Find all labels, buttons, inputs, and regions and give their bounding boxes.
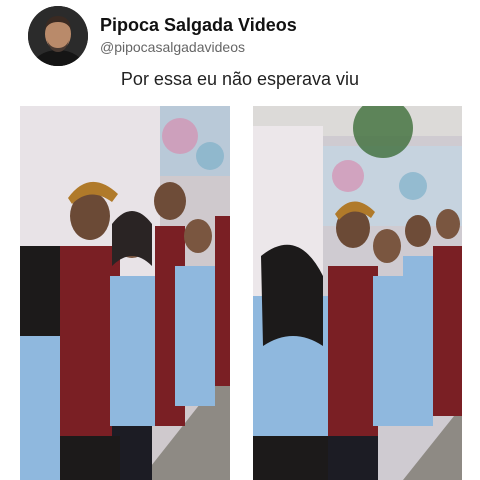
video-frame-right[interactable] bbox=[253, 106, 462, 480]
post-caption: Por essa eu não esperava viu bbox=[120, 69, 360, 89]
post-header: Pipoca Salgada Videos @pipocasalgadavide… bbox=[28, 6, 468, 66]
video-frame-1-image bbox=[20, 106, 230, 480]
avatar[interactable] bbox=[28, 6, 88, 66]
account-info: Pipoca Salgada Videos @pipocasalgadavide… bbox=[100, 14, 297, 56]
account-handle[interactable]: @pipocasalgadavideos bbox=[100, 38, 297, 56]
video-frame-left[interactable] bbox=[20, 106, 230, 480]
account-name[interactable]: Pipoca Salgada Videos bbox=[100, 14, 297, 36]
profile-photo-avatar-icon bbox=[28, 6, 88, 66]
video-frame-2-image bbox=[253, 106, 462, 480]
